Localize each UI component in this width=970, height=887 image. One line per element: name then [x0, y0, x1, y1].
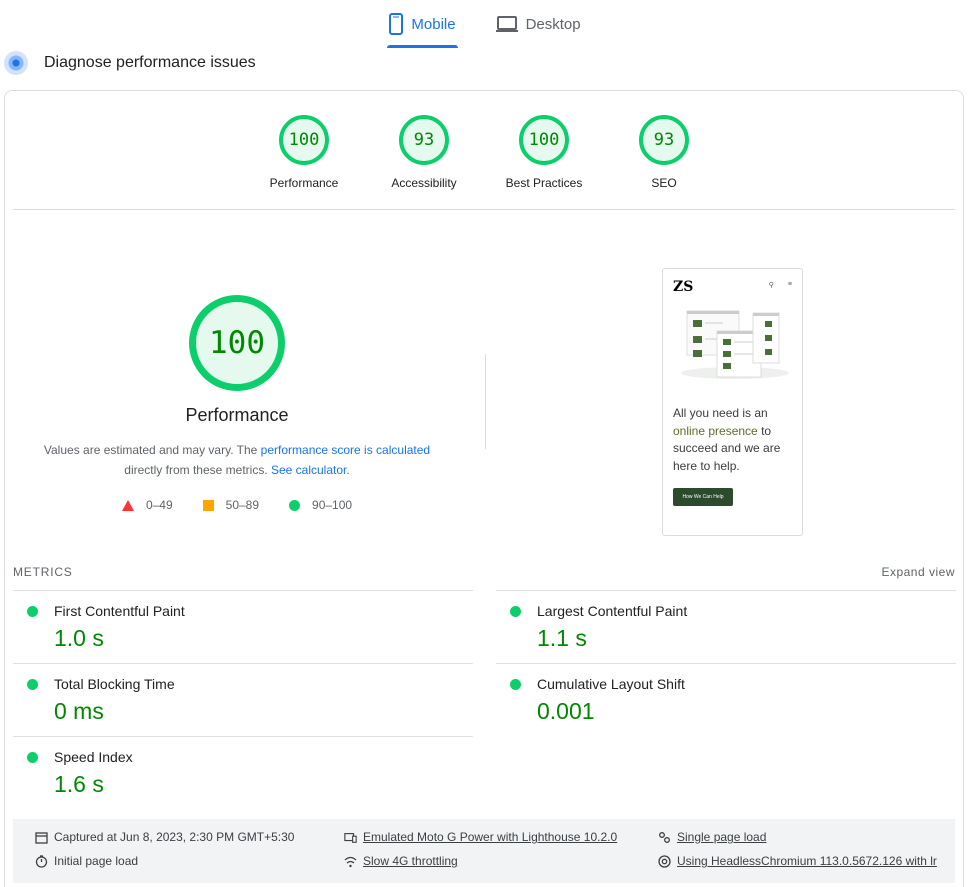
gauge-label: SEO: [651, 176, 677, 190]
site-illustration: [681, 310, 789, 379]
captured-text: Captured at Jun 8, 2023, 2:30 PM GMT+5:3…: [54, 830, 295, 844]
browser-text: Using HeadlessChromium 113.0.5672.126 wi…: [677, 854, 937, 868]
browser-info[interactable]: Using HeadlessChromium 113.0.5672.126 wi…: [658, 854, 937, 868]
gauge-label: Accessibility: [391, 176, 457, 190]
emulated-device[interactable]: Emulated Moto G Power with Lighthouse 10…: [344, 830, 617, 844]
legend-average: 50–89: [202, 498, 260, 512]
gauge-best-practices[interactable]: 100 Best Practices: [484, 115, 604, 190]
legend-range: 50–89: [225, 498, 260, 512]
tab-desktop-label: Desktop: [525, 15, 581, 33]
metric-name: First Contentful Paint: [54, 603, 185, 619]
single-load-text: Single page load: [677, 830, 767, 844]
pass-circle-icon: [27, 752, 38, 763]
hero-text-highlight: online presence: [673, 423, 758, 438]
see-calculator-link[interactable]: See calculator: [271, 463, 346, 477]
gauge-score: 93: [399, 115, 449, 165]
score-calculated-link[interactable]: performance score is calculated: [261, 443, 430, 457]
tab-desktop[interactable]: Desktop: [494, 0, 583, 48]
pass-circle-icon: [27, 606, 38, 617]
metric-value: 1.1 s: [537, 625, 587, 651]
divider: [13, 209, 955, 210]
lighthouse-icon: [4, 51, 28, 75]
metric-name: Speed Index: [54, 749, 133, 765]
final-screenshot[interactable]: ZS ⚲ ≡ All you need is an online presenc…: [662, 268, 803, 536]
single-page-load[interactable]: Single page load: [658, 830, 766, 844]
devices-icon: [344, 832, 357, 843]
gauge-score: 100: [519, 115, 569, 165]
timer-icon: [35, 854, 48, 868]
pass-circle-icon: [510, 606, 521, 617]
metrics-heading: METRICS: [13, 565, 73, 579]
gauge-seo[interactable]: 93 SEO: [604, 115, 724, 190]
gauge-label: Best Practices: [505, 176, 583, 190]
performance-title: Performance: [185, 405, 289, 425]
legend-fail: 0–49: [121, 498, 173, 512]
vertical-divider: [485, 354, 486, 449]
emulated-text: Emulated Moto G Power with Lighthouse 10…: [363, 830, 618, 844]
tab-mobile[interactable]: Mobile: [387, 0, 458, 48]
metric-cls: Cumulative Layout Shift 0.001: [496, 663, 956, 736]
wifi-icon: [344, 856, 357, 867]
search-icon: ⚲: [768, 282, 774, 289]
score-legend: 0–49 50–89 90–100: [25, 498, 449, 512]
report-card: 100 Performance 93 Accessibility 100 Bes…: [4, 90, 964, 887]
legend-range: 90–100: [312, 498, 353, 512]
metric-value: 1.6 s: [54, 771, 104, 797]
captured-at: Captured at Jun 8, 2023, 2:30 PM GMT+5:3…: [35, 830, 294, 844]
metric-tbt: Total Blocking Time 0 ms: [13, 663, 473, 736]
metric-name: Cumulative Layout Shift: [537, 676, 685, 692]
legend-range: 0–49: [145, 498, 173, 512]
note-mid: directly from these metrics.: [124, 463, 271, 477]
metric-lcp: Largest Contentful Paint 1.1 s: [496, 590, 956, 663]
triangle-icon: [121, 499, 134, 511]
note-end: .: [346, 463, 350, 477]
chrome-icon: [658, 854, 671, 868]
gauge-label: Performance: [269, 176, 339, 190]
diagnose-header: Diagnose performance issues: [4, 48, 256, 78]
metric-value: 0.001: [537, 698, 595, 724]
site-nav-icons: ⚲ ≡: [769, 281, 792, 289]
initial-load-text: Initial page load: [54, 854, 139, 868]
metric-name: Total Blocking Time: [54, 676, 175, 692]
diagnose-title: Diagnose performance issues: [44, 54, 256, 71]
metric-fcp: First Contentful Paint 1.0 s: [13, 590, 473, 663]
people-icon: [659, 831, 670, 843]
site-logo: ZS: [673, 279, 694, 295]
site-cta-button: How We Can Help: [673, 488, 733, 506]
gauge-performance[interactable]: 100 Performance: [244, 115, 364, 190]
calendar-icon: [35, 831, 48, 844]
network-throttling[interactable]: Slow 4G throttling: [344, 854, 458, 868]
device-tabs: Mobile Desktop: [0, 0, 970, 50]
metric-name: Largest Contentful Paint: [537, 603, 688, 619]
runtime-settings: Captured at Jun 8, 2023, 2:30 PM GMT+5:3…: [13, 819, 955, 883]
performance-summary: 100 Performance Values are estimated and…: [25, 295, 449, 512]
mobile-icon: [389, 13, 404, 35]
performance-note: Values are estimated and may vary. The p…: [25, 440, 449, 480]
legend-pass: 90–100: [289, 498, 352, 512]
gauge-score: 93: [639, 115, 689, 165]
pass-circle-icon: [27, 679, 38, 690]
score-gauges: 100 Performance 93 Accessibility 100 Bes…: [5, 115, 963, 190]
tab-mobile-label: Mobile: [411, 15, 456, 33]
pass-circle-icon: [510, 679, 521, 690]
performance-score-gauge: 100: [189, 295, 285, 391]
expand-view-button[interactable]: Expand view: [881, 565, 955, 579]
metric-value: 0 ms: [54, 698, 104, 724]
desktop-icon: [495, 16, 518, 32]
circle-icon: [289, 499, 301, 511]
hero-text-1: All you need is an: [673, 406, 768, 420]
site-hero-text: All you need is an online presence to su…: [673, 405, 793, 475]
metric-speed-index: Speed Index 1.6 s: [13, 736, 473, 809]
gauge-accessibility[interactable]: 93 Accessibility: [364, 115, 484, 190]
gauge-score: 100: [279, 115, 329, 165]
menu-icon: ≡: [787, 281, 792, 288]
metric-value: 1.0 s: [54, 625, 104, 651]
throttling-text: Slow 4G throttling: [363, 854, 458, 868]
initial-page-load: Initial page load: [35, 854, 138, 868]
metrics-header: METRICS Expand view: [13, 565, 955, 579]
square-icon: [202, 499, 214, 511]
note-prefix: Values are estimated and may vary. The: [43, 443, 261, 457]
